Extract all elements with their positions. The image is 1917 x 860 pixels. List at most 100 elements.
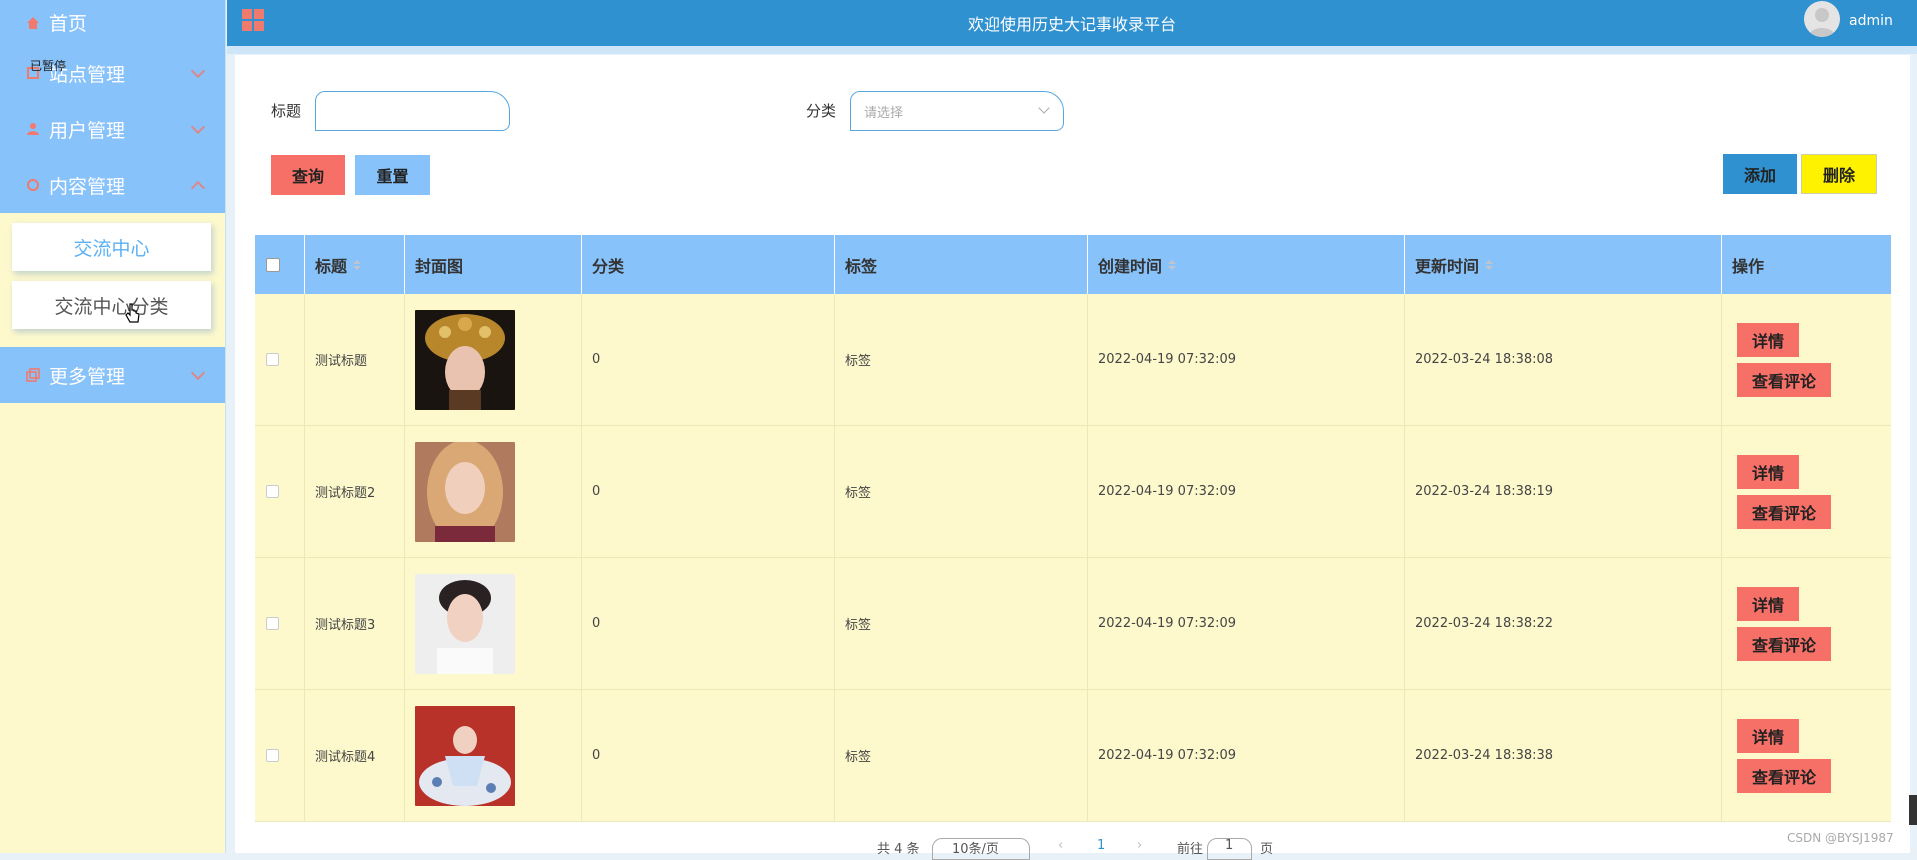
title-search-input[interactable] — [315, 91, 510, 131]
sidebar: 首页 站点管理 用户管理 内容管理 已暂停 交流中心 交流中心分类 更多管理 — [0, 0, 226, 853]
sort-icon[interactable] — [1168, 259, 1177, 270]
sidebar-menu-more: 更多管理 — [0, 347, 225, 403]
pagination-total: 共 4 条 — [877, 842, 920, 857]
detail-button[interactable]: 详情 — [1737, 454, 1800, 489]
cell-created: 2022-04-19 07:32:09 — [1088, 558, 1405, 689]
submenu-item-exchange-category[interactable]: 交流中心分类 — [12, 281, 211, 329]
user-icon — [25, 121, 41, 137]
detail-button[interactable]: 详情 — [1737, 322, 1800, 357]
cell-created: 2022-04-19 07:32:09 — [1088, 426, 1405, 557]
scrollbar[interactable] — [1909, 795, 1917, 825]
row-select-cell — [255, 690, 305, 821]
sidebar-item-content[interactable]: 内容管理 — [0, 157, 225, 213]
reset-button[interactable]: 重置 — [355, 155, 430, 195]
next-page-icon[interactable]: › — [1137, 838, 1142, 853]
cell-actions: 详情 查看评论 — [1722, 690, 1891, 821]
cover-image[interactable] — [415, 705, 515, 806]
row-checkbox[interactable] — [266, 353, 279, 366]
home-icon — [25, 15, 41, 31]
column-header-label: 操作 — [1732, 256, 1765, 276]
view-comments-button[interactable]: 查看评论 — [1737, 362, 1832, 397]
row-select-cell — [255, 294, 305, 425]
column-header-actions: 操作 — [1722, 235, 1891, 294]
copy-icon — [25, 367, 41, 383]
chat-icon — [25, 177, 41, 193]
row-select-cell — [255, 426, 305, 557]
cover-image[interactable] — [415, 309, 515, 410]
cell-actions: 详情 查看评论 — [1722, 558, 1891, 689]
cell-cover — [405, 294, 582, 425]
cell-tag: 标签 — [835, 690, 1088, 821]
sidebar-item-home[interactable]: 首页 — [0, 0, 225, 45]
cell-actions: 详情 查看评论 — [1722, 294, 1891, 425]
chevron-up-icon — [190, 180, 206, 196]
column-header-label: 标题 — [315, 256, 348, 276]
cell-tag: 标签 — [835, 294, 1088, 425]
cell-updated: 2022-03-24 18:38:38 — [1405, 690, 1722, 821]
detail-button[interactable]: 详情 — [1737, 718, 1800, 753]
avatar[interactable] — [1804, 1, 1840, 37]
cell-title: 测试标题4 — [305, 690, 405, 821]
query-button[interactable]: 查询 — [271, 155, 345, 195]
current-page[interactable]: 1 — [1097, 838, 1105, 853]
select-all-cell — [255, 235, 305, 294]
cell-category: 0 — [582, 558, 835, 689]
row-checkbox[interactable] — [266, 485, 279, 498]
cover-image[interactable] — [415, 441, 515, 542]
chevron-down-icon — [190, 119, 206, 135]
column-header-title[interactable]: 标题 — [305, 235, 405, 294]
cell-created: 2022-04-19 07:32:09 — [1088, 294, 1405, 425]
title-filter-label: 标题 — [271, 102, 302, 120]
sort-icon[interactable] — [1485, 259, 1494, 270]
sidebar-item-users[interactable]: 用户管理 — [0, 101, 225, 157]
cell-category: 0 — [582, 690, 835, 821]
cell-tag: 标签 — [835, 426, 1088, 557]
column-header-category: 分类 — [582, 235, 835, 294]
delete-button[interactable]: 删除 — [1801, 154, 1877, 194]
page-size-label: 10条/页 — [952, 842, 999, 857]
tooltip: 已暂停 — [30, 59, 67, 73]
data-table: 标题 封面图 分类 标签 创建时间 更新时间 操作 测试标题 0 标签 2022… — [255, 235, 1891, 822]
column-header-cover: 封面图 — [405, 235, 582, 294]
table-row: 测试标题3 0 标签 2022-04-19 07:32:09 2022-03-2… — [255, 558, 1891, 690]
add-button[interactable]: 添加 — [1723, 154, 1797, 194]
view-comments-button[interactable]: 查看评论 — [1737, 494, 1832, 529]
top-header: 欢迎使用历史大记事收录平台 admin — [227, 0, 1917, 46]
submenu: 交流中心 交流中心分类 — [0, 213, 225, 347]
column-header-created[interactable]: 创建时间 — [1088, 235, 1405, 294]
cover-image[interactable] — [415, 573, 515, 674]
detail-button[interactable]: 详情 — [1737, 586, 1800, 621]
submenu-item-exchange[interactable]: 交流中心 — [12, 223, 211, 271]
cell-title: 测试标题 — [305, 294, 405, 425]
sort-icon[interactable] — [353, 259, 362, 270]
prev-page-icon[interactable]: ‹ — [1058, 838, 1063, 853]
table-row: 测试标题 0 标签 2022-04-19 07:32:09 2022-03-24… — [255, 294, 1891, 426]
cell-title: 测试标题3 — [305, 558, 405, 689]
view-comments-button[interactable]: 查看评论 — [1737, 758, 1832, 793]
sidebar-item-more[interactable]: 更多管理 — [0, 347, 225, 403]
column-header-label: 封面图 — [415, 256, 464, 276]
column-header-label: 标签 — [845, 256, 878, 276]
sidebar-menu: 首页 站点管理 用户管理 内容管理 — [0, 0, 225, 213]
column-header-label: 分类 — [592, 256, 625, 276]
username[interactable]: admin — [1849, 13, 1893, 29]
cell-actions: 详情 查看评论 — [1722, 426, 1891, 557]
goto-label: 前往 — [1177, 842, 1204, 857]
row-checkbox[interactable] — [266, 749, 279, 762]
category-select-placeholder: 请选择 — [864, 106, 904, 121]
column-header-label: 更新时间 — [1415, 256, 1480, 276]
select-all-checkbox[interactable] — [266, 257, 280, 272]
page-title: 欢迎使用历史大记事收录平台 — [967, 15, 1176, 34]
row-checkbox[interactable] — [266, 617, 279, 630]
watermark: CSDN @BYSJ1987 — [1787, 831, 1894, 845]
cell-category: 0 — [582, 294, 835, 425]
page-unit-label: 页 — [1260, 842, 1274, 857]
cell-cover — [405, 558, 582, 689]
view-comments-button[interactable]: 查看评论 — [1737, 626, 1832, 661]
table-row: 测试标题2 0 标签 2022-04-19 07:32:09 2022-03-2… — [255, 426, 1891, 558]
category-filter-label: 分类 — [806, 102, 837, 120]
table-row: 测试标题4 0 标签 2022-04-19 07:32:09 2022-03-2… — [255, 690, 1891, 822]
cell-cover — [405, 690, 582, 821]
cell-updated: 2022-03-24 18:38:08 — [1405, 294, 1722, 425]
column-header-updated[interactable]: 更新时间 — [1405, 235, 1722, 294]
